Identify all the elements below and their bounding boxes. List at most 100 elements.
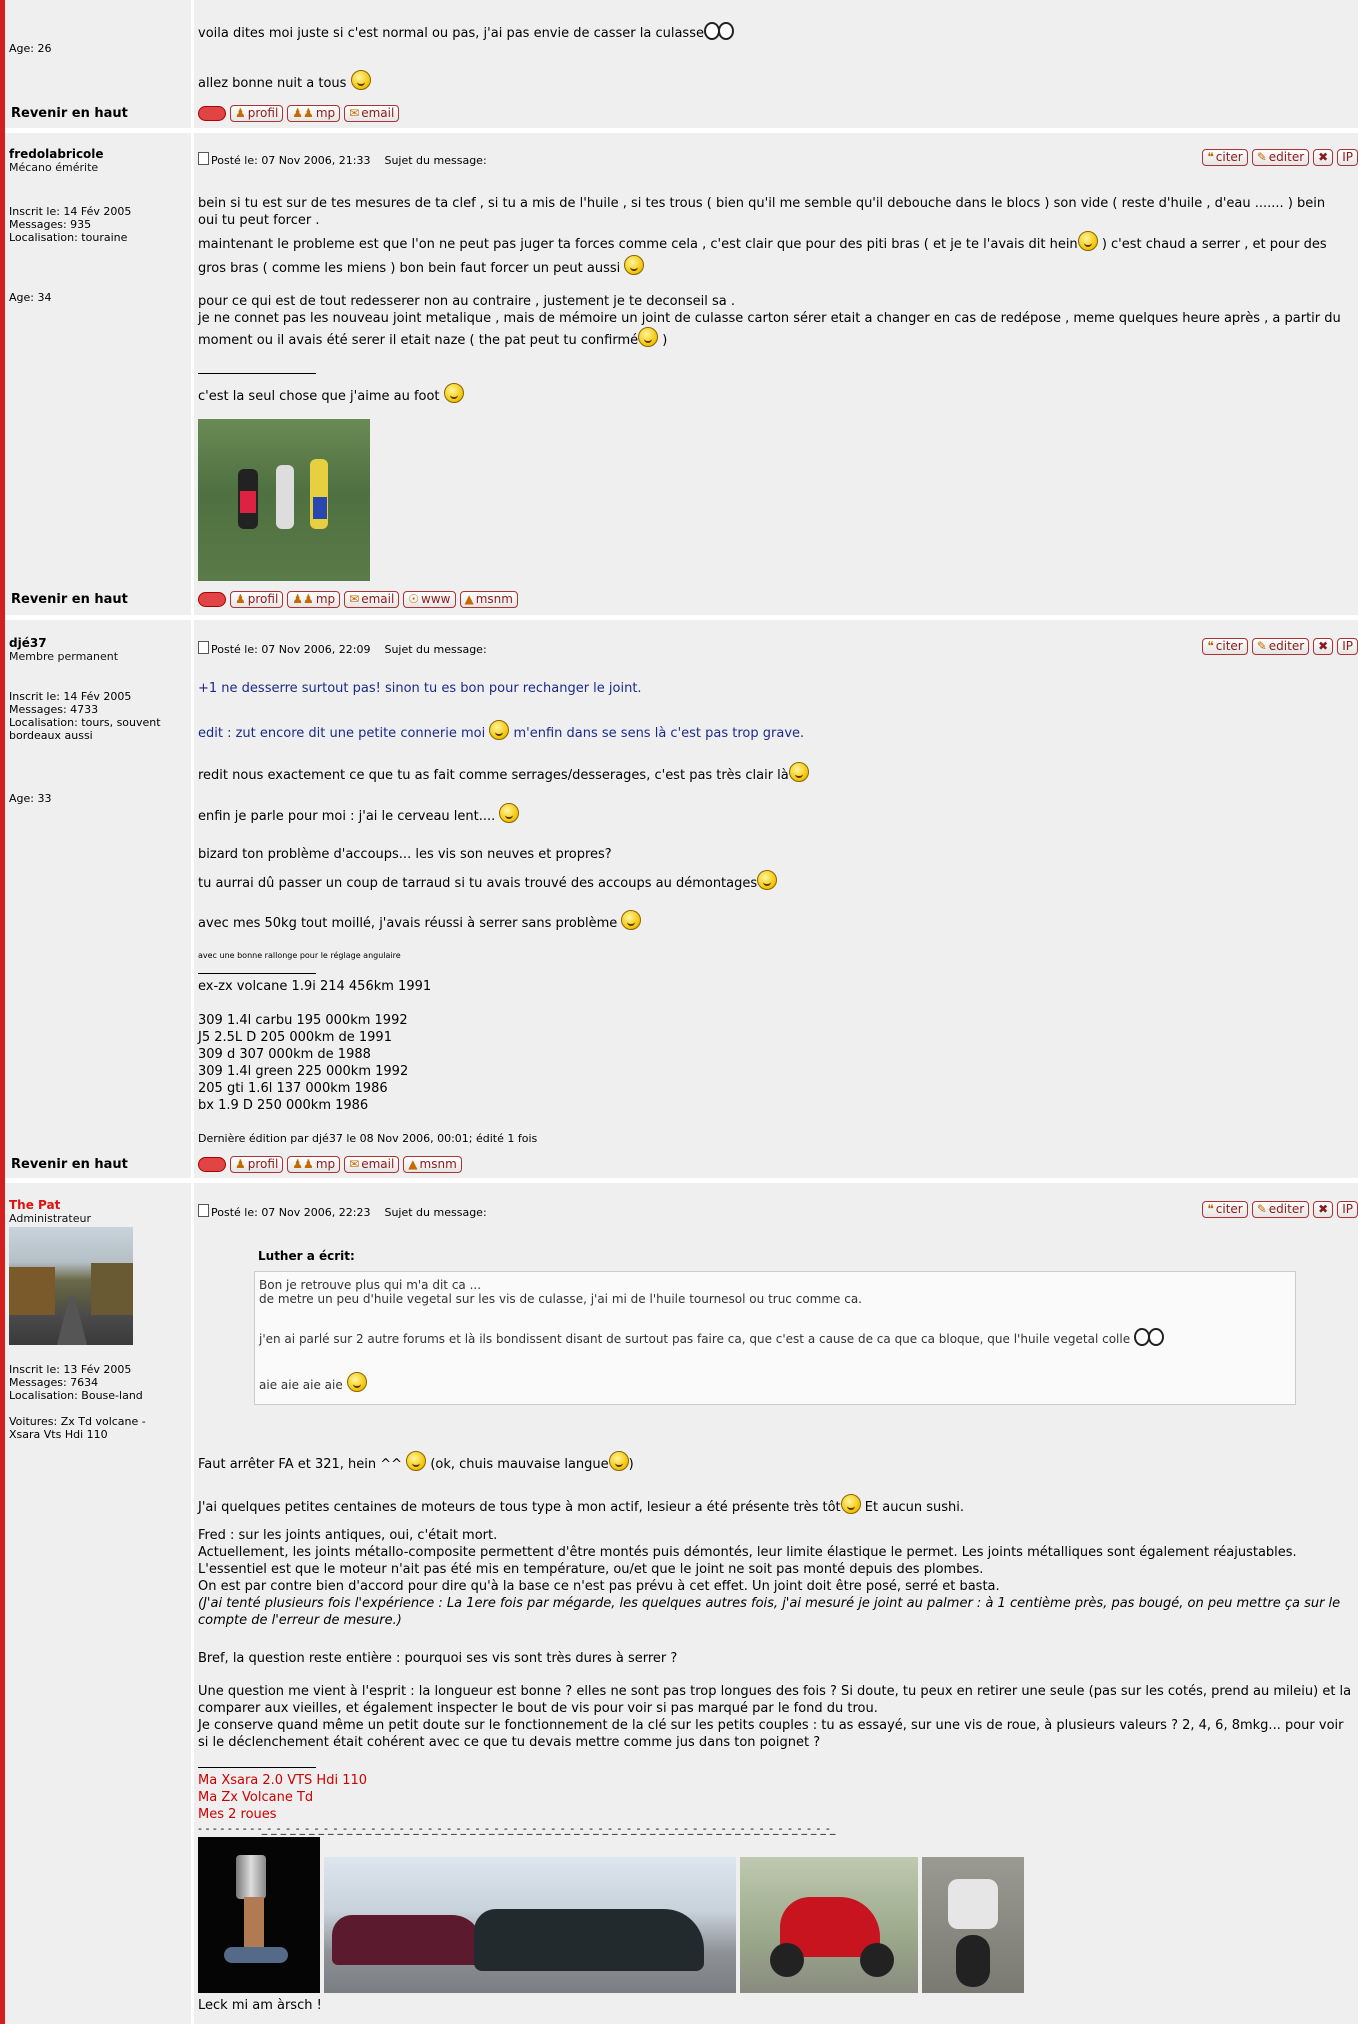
online-status-icon <box>198 106 226 121</box>
wink-smiley-icon <box>621 910 642 930</box>
msn-button[interactable]: ▲ msnm <box>459 591 518 608</box>
delete-button[interactable]: ✖ <box>1313 149 1334 166</box>
dizzy-smiley-icon <box>346 1372 367 1392</box>
post1-body: Posté le: 07 Nov 2006, 21:33 Sujet du me… <box>194 133 1358 585</box>
back-to-top-link[interactable]: Revenir en haut <box>11 106 128 121</box>
profile-button[interactable]: ♟ profil <box>230 1156 284 1173</box>
piston-image <box>198 1837 320 1993</box>
ip-button[interactable]: IP <box>1337 149 1358 166</box>
edit-button[interactable]: ✎ editer <box>1251 1201 1310 1218</box>
grin-smiley-icon <box>406 1451 427 1471</box>
author-age: Age: 26 <box>9 42 52 55</box>
post-header: Posté le: 07 Nov 2006, 22:23 Sujet du me… <box>198 1204 487 1219</box>
author-joined: Inscrit le: 14 Fév 2005 <box>9 205 132 218</box>
author-username[interactable]: The Pat <box>9 1198 91 1212</box>
post2-body: Posté le: 07 Nov 2006, 22:09 Sujet du me… <box>194 620 1358 1150</box>
www-button[interactable]: ☉ www <box>403 591 456 608</box>
author-username[interactable]: fredolabricole <box>9 147 104 161</box>
post-line: allez bonne nuit a tous <box>198 70 371 92</box>
msn-icon: ▲ <box>408 1157 418 1171</box>
delete-button[interactable]: ✖ <box>1313 1201 1334 1218</box>
user-icon: ♟ <box>235 106 246 120</box>
post0-footer-left: Revenir en haut <box>5 100 191 128</box>
email-button[interactable]: ✉ email <box>344 1156 400 1173</box>
ip-button[interactable]: IP <box>1337 638 1358 655</box>
envelope-icon: ✉ <box>349 1157 360 1171</box>
post-icon <box>198 641 209 654</box>
delete-button[interactable]: ✖ <box>1313 638 1334 655</box>
author-cars: Voitures: Zx Td volcane - Xsara Vts Hdi … <box>9 1415 146 1441</box>
quote-button[interactable]: ❝ citer <box>1202 149 1248 166</box>
signature-text: ex-zx volcane 1.9i 214 456km 1991 309 1.… <box>198 979 432 1113</box>
author-messages: Messages: 4733 <box>9 703 99 716</box>
cool-smiley-icon <box>350 70 371 90</box>
users-icon: ♟♟ <box>292 1157 314 1171</box>
post-line: enfin je parle pour moi : j'ai le cervea… <box>198 803 520 825</box>
msn-button[interactable]: ▲ msnm <box>403 1156 462 1173</box>
smiley-icon <box>443 383 464 403</box>
signature-link[interactable]: Ma Xsara 2.0 VTS Hdi 110 <box>198 1772 367 1789</box>
post-line: tu aurrai dû passer un coup de tarraud s… <box>198 870 778 892</box>
speech-icon: ❝ <box>1207 639 1214 653</box>
smiley-icon <box>1077 231 1098 251</box>
post0-body: voila dites moi juste si c'est normal ou… <box>194 0 1358 100</box>
envelope-icon: ✉ <box>349 592 360 606</box>
author-location: Localisation: Bouse-land <box>9 1389 143 1402</box>
user-icon: ♟ <box>235 1157 246 1171</box>
pm-button[interactable]: ♟♟ mp <box>287 105 341 122</box>
post-paragraph: bein si tu est sur de tes mesures de ta … <box>198 196 1326 228</box>
profile-button[interactable]: ♟ profil <box>230 591 284 608</box>
signature-link[interactable]: Mes 2 roues <box>198 1806 277 1823</box>
post-header: Posté le: 07 Nov 2006, 22:09 Sujet du me… <box>198 641 487 656</box>
close-icon: ✖ <box>1318 150 1329 164</box>
edit-button[interactable]: ✎ editer <box>1251 638 1310 655</box>
pm-button[interactable]: ♟♟ mp <box>287 1156 341 1173</box>
pm-button[interactable]: ♟♟ mp <box>287 591 341 608</box>
close-icon: ✖ <box>1318 639 1329 653</box>
author-age: Age: 34 <box>9 291 52 304</box>
wink-smiley-icon <box>840 1494 861 1514</box>
pencil-icon: ✎ <box>1256 1202 1267 1216</box>
post2-author-panel: djé37 Membre permanent Inscrit le: 14 Fé… <box>5 620 191 1150</box>
pencil-icon: ✎ <box>1256 150 1267 164</box>
back-to-top-link[interactable]: Revenir en haut <box>11 1157 128 1172</box>
signature-dashes: - - - - - - - - -_-_-_-_-_-_-_-_-_-_-_-_… <box>198 1822 836 1835</box>
post2-footer-left: Revenir en haut <box>5 1150 191 1178</box>
dizzy-smiley-icon <box>757 870 778 890</box>
author-location: Localisation: touraine <box>9 231 128 244</box>
post-line: J'ai quelques petites centaines de moteu… <box>198 1494 964 1516</box>
signature-link[interactable]: Ma Zx Volcane Td <box>198 1789 313 1806</box>
email-button[interactable]: ✉ email <box>344 591 400 608</box>
edit-button[interactable]: ✎ editer <box>1251 149 1310 166</box>
envelope-icon: ✉ <box>349 106 360 120</box>
dizzy-smiley-icon <box>489 720 510 740</box>
red-motorbike-image <box>740 1857 918 1993</box>
email-button[interactable]: ✉ email <box>344 105 400 122</box>
author-username[interactable]: djé37 <box>9 636 118 650</box>
signature-football-image <box>198 419 370 581</box>
post-line: redit nous exactement ce que tu as fait … <box>198 762 809 784</box>
edit-notice: Dernière édition par djé37 le 08 Nov 200… <box>198 1132 538 1145</box>
smiley-icon <box>499 803 520 823</box>
post-line: Faut arrêter FA et 321, hein ^^ (ok, chu… <box>198 1451 634 1473</box>
online-status-icon <box>198 592 226 607</box>
post-icon <box>198 1204 209 1217</box>
author-rank: Membre permanent <box>9 650 119 663</box>
author-messages: Messages: 935 <box>9 218 92 231</box>
post0-author-panel: Age: 26 <box>5 0 191 100</box>
back-to-top-link[interactable]: Revenir en haut <box>11 592 128 607</box>
pencil-icon: ✎ <box>1256 639 1267 653</box>
post1-footer-left: Revenir en haut <box>5 585 191 615</box>
forum-topic: Age: 26 voila dites moi juste si c'est n… <box>5 0 1358 2024</box>
quote-button[interactable]: ❝ citer <box>1202 1201 1248 1218</box>
close-icon: ✖ <box>1318 1202 1329 1216</box>
post-small-note: avec une bonne rallonge pour le réglage … <box>198 951 401 960</box>
quote-button[interactable]: ❝ citer <box>1202 638 1248 655</box>
profile-button[interactable]: ♟ profil <box>230 105 284 122</box>
ip-button[interactable]: IP <box>1337 1201 1358 1218</box>
post2-footer-buttons: ♟ profil ♟♟ mp ✉ email ▲ msnm <box>194 1150 1358 1178</box>
msn-icon: ▲ <box>464 592 474 606</box>
signature-tagline: Leck mi am àrsch ! <box>198 1998 322 2013</box>
white-motorbike-image <box>922 1857 1024 1993</box>
author-joined: Inscrit le: 13 Fév 2005 <box>9 1363 132 1376</box>
